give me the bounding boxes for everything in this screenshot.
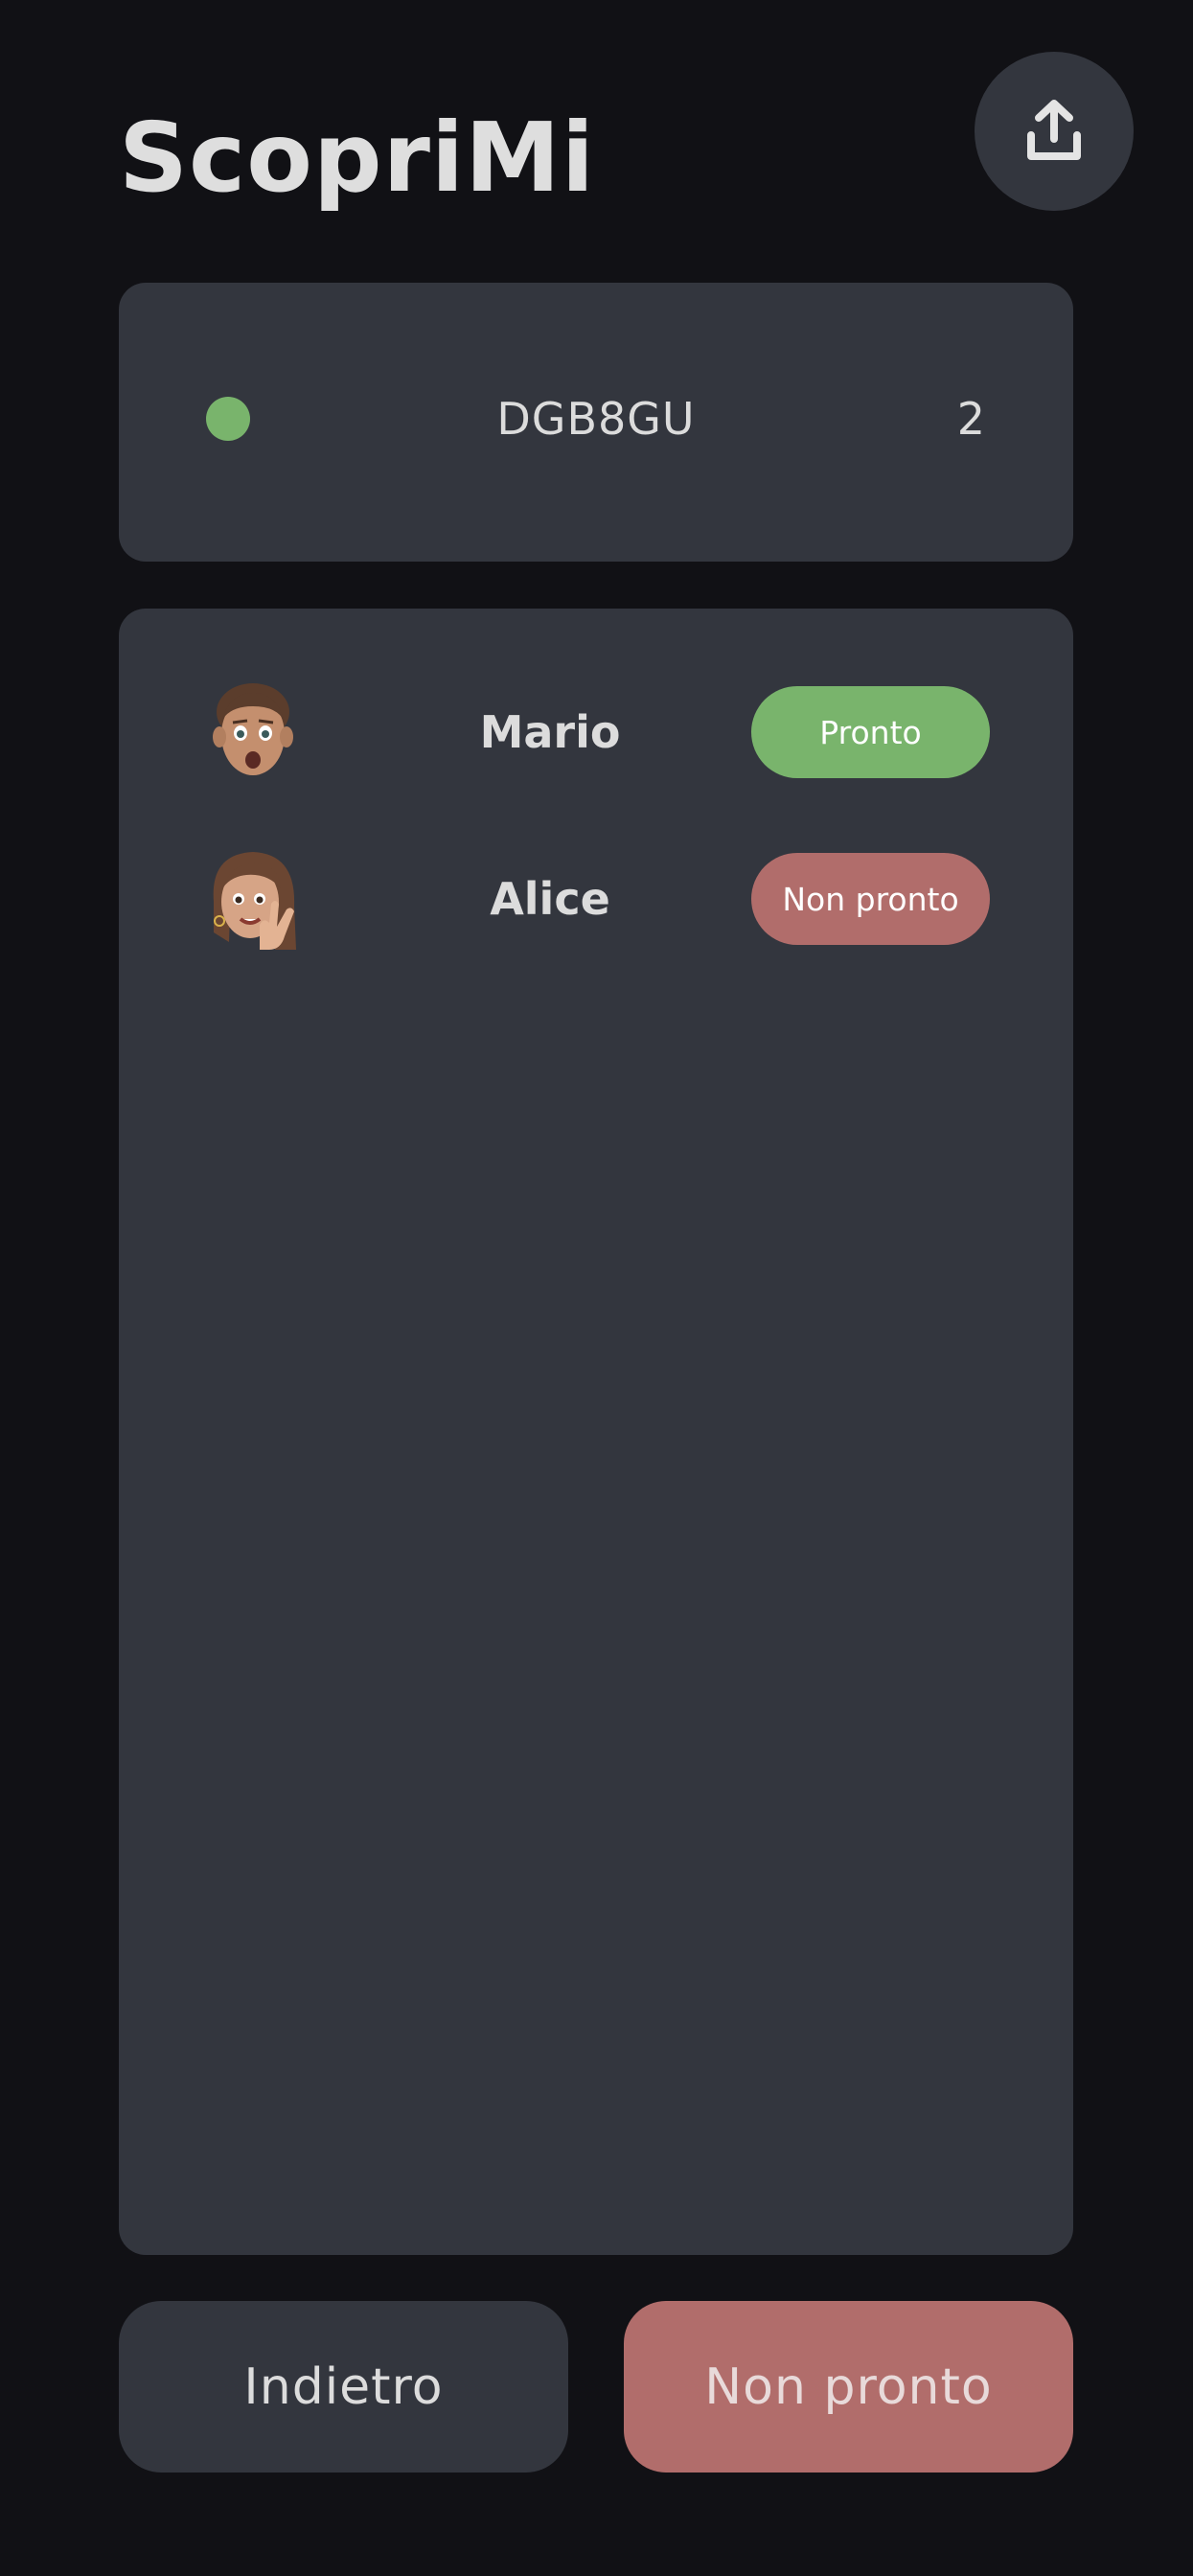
room-code: DGB8GU — [496, 393, 696, 445]
player-name: Alice — [490, 873, 610, 925]
room-info-card: DGB8GU 2 — [119, 283, 1073, 562]
back-button[interactable]: Indietro — [119, 2301, 568, 2472]
players-list: Mario Pronto Alice Non pronto — [119, 609, 1073, 2255]
share-button[interactable] — [975, 52, 1134, 211]
player-row: Alice Non pronto — [119, 841, 1073, 956]
player-name: Mario — [479, 706, 621, 758]
player-count: 2 — [956, 393, 985, 445]
share-upload-icon — [1027, 100, 1081, 160]
ready-toggle-button[interactable]: Non pronto — [624, 2301, 1073, 2472]
player-row: Mario Pronto — [119, 675, 1073, 790]
avatar-woman-icon — [213, 852, 296, 950]
app-title: ScopriMi — [119, 102, 595, 214]
player-status-badge: Pronto — [751, 686, 990, 778]
avatar-man-icon — [213, 683, 293, 775]
player-status-badge: Non pronto — [751, 853, 990, 945]
